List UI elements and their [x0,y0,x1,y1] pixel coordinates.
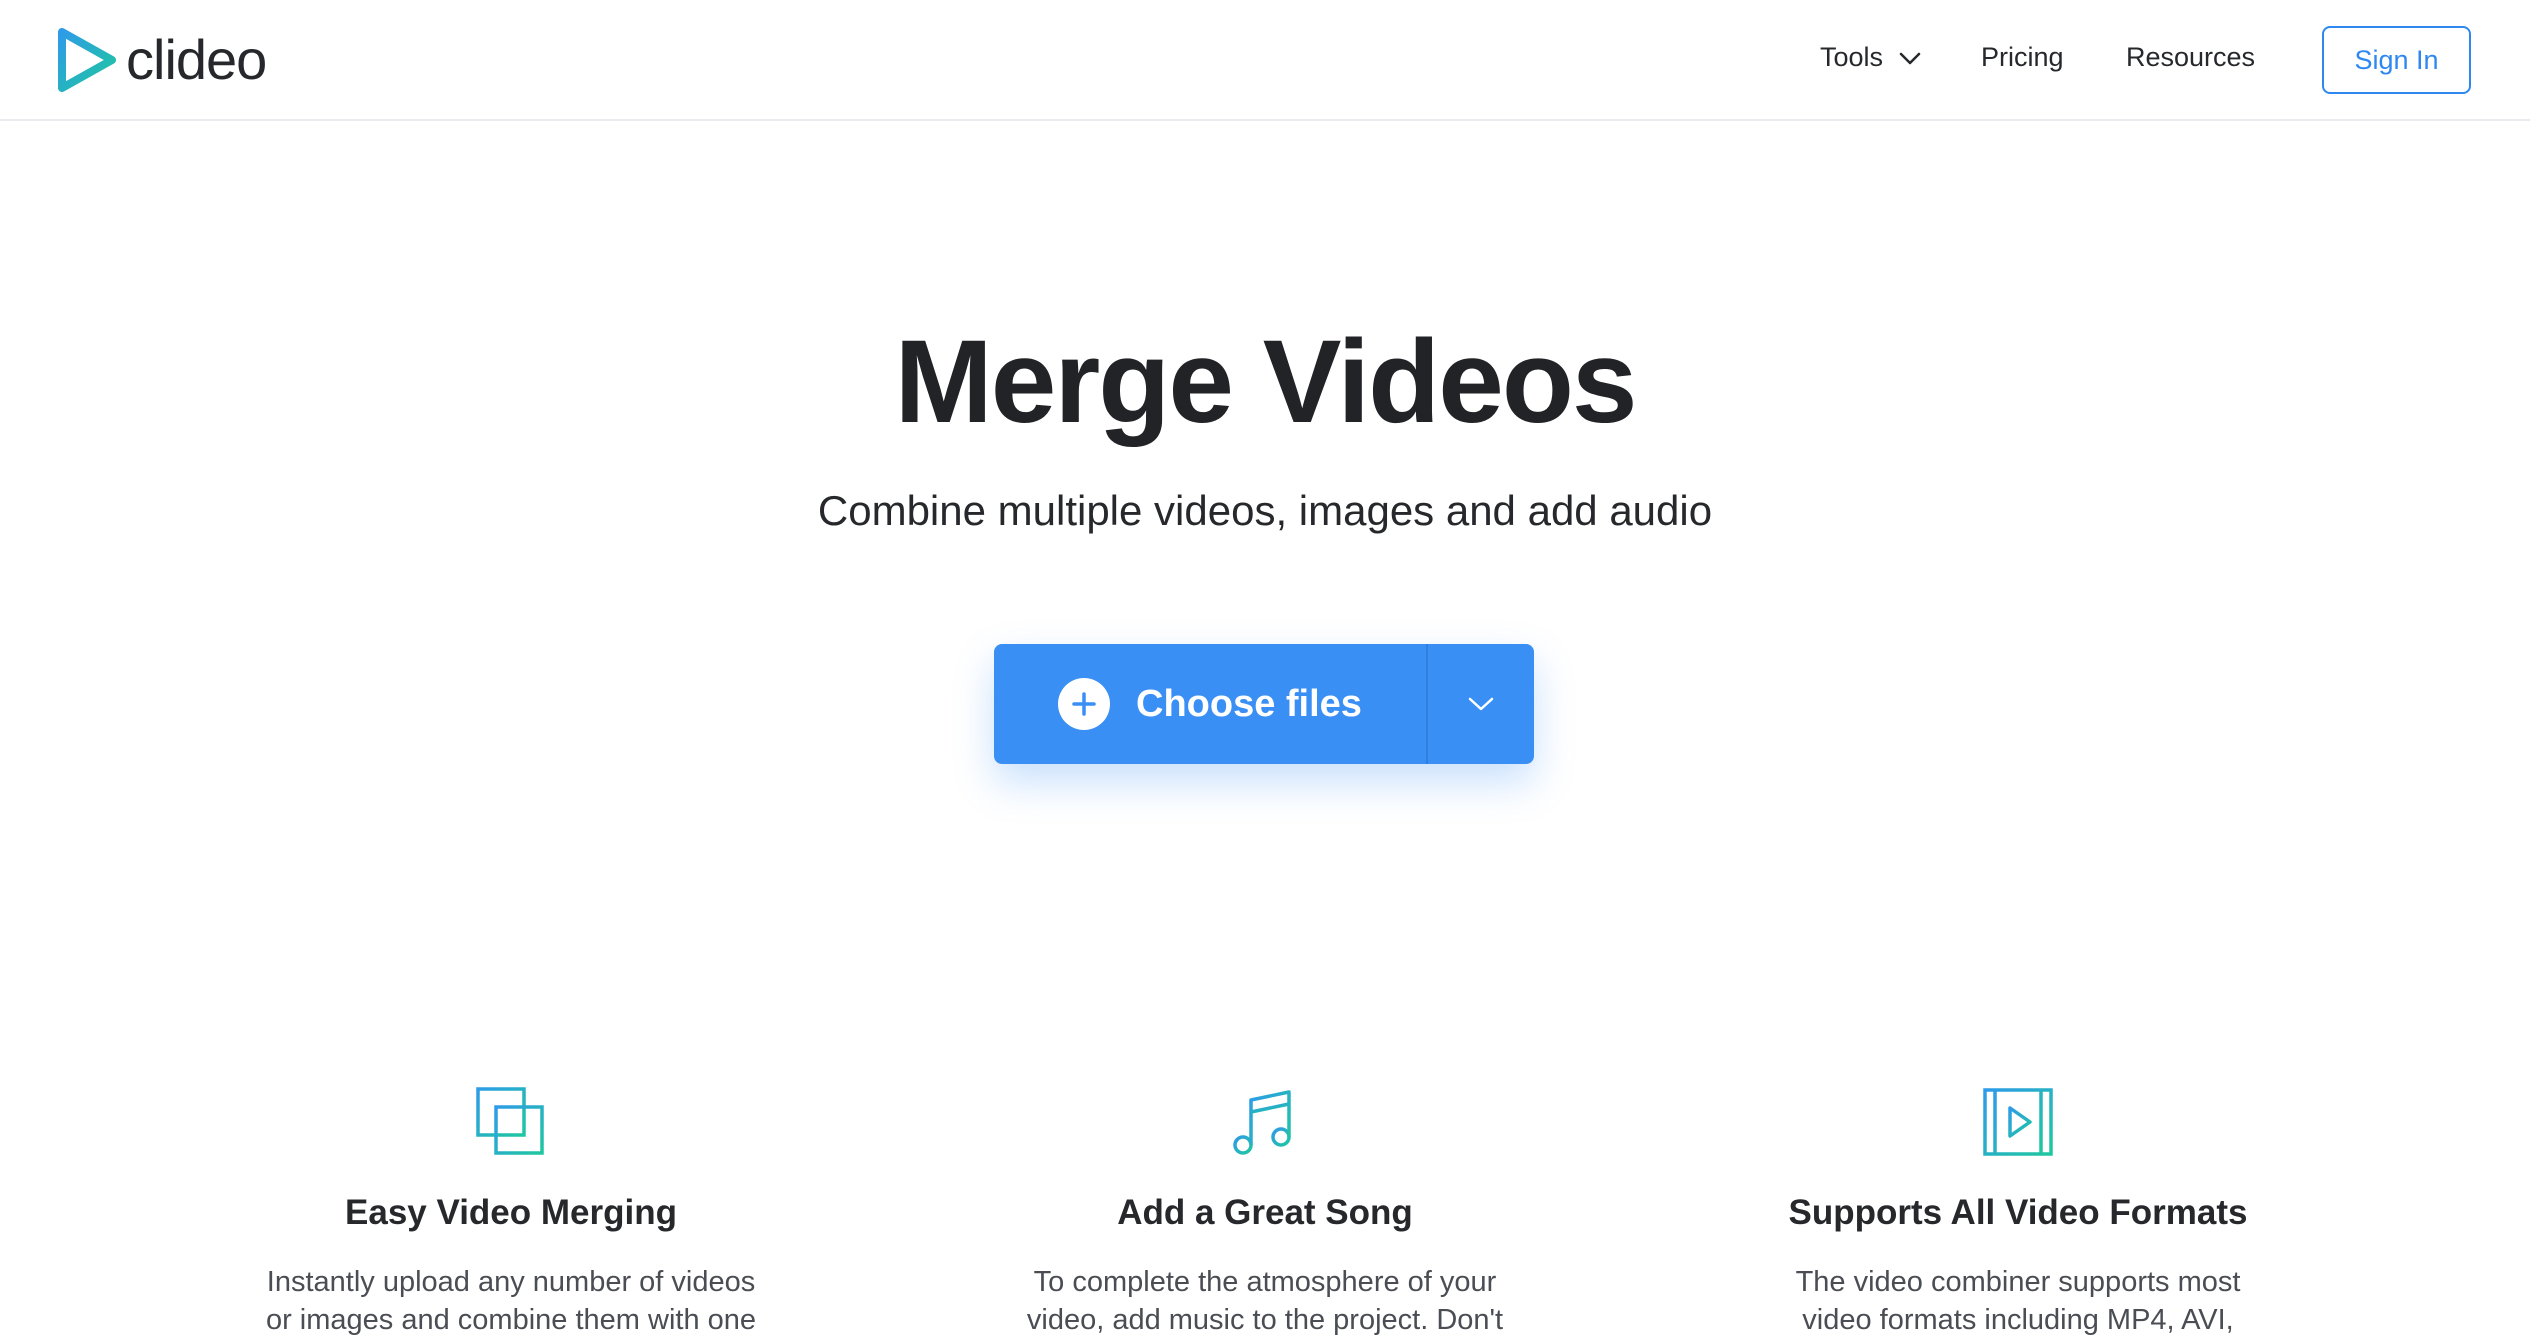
nav-pricing[interactable]: Pricing [1981,42,2064,73]
nav-tools[interactable]: Tools [1820,42,1921,73]
feature-title: Add a Great Song [1117,1193,1413,1232]
film-play-icon [1983,1088,2053,1156]
chevron-down-icon [1899,42,1921,73]
sign-in-button[interactable]: Sign In [2322,26,2471,94]
site-header: clideo Tools Pricing Resources Sign In [0,0,2530,121]
feature-all-formats: Supports All Video Formats The video com… [1698,1086,2338,1339]
clideo-logo[interactable]: clideo [58,28,267,92]
overlapping-squares-icon [476,1087,544,1155]
feature-title: Supports All Video Formats [1788,1193,2248,1232]
upload-source-dropdown[interactable] [1428,644,1534,764]
brand-name: clideo [126,28,267,91]
chevron-down-icon [1468,697,1494,711]
feature-title: Easy Video Merging [345,1193,677,1232]
plus-icon [1058,678,1110,730]
nav-tools-label: Tools [1820,42,1884,72]
upload-control: Choose files [994,644,1534,764]
page-title: Merge Videos [894,316,1637,448]
page-subtitle: Combine multiple videos, images and add … [817,487,1713,534]
feature-easy-merging: Easy Video Merging Instantly upload any … [191,1086,831,1339]
choose-files-button[interactable]: Choose files [994,644,1426,764]
feature-add-song: Add a Great Song To complete the atmosph… [945,1086,1585,1339]
music-note-icon [1233,1090,1291,1155]
choose-files-label: Choose files [1136,682,1362,725]
play-logo-icon [58,28,116,92]
nav-resources[interactable]: Resources [2126,42,2255,73]
